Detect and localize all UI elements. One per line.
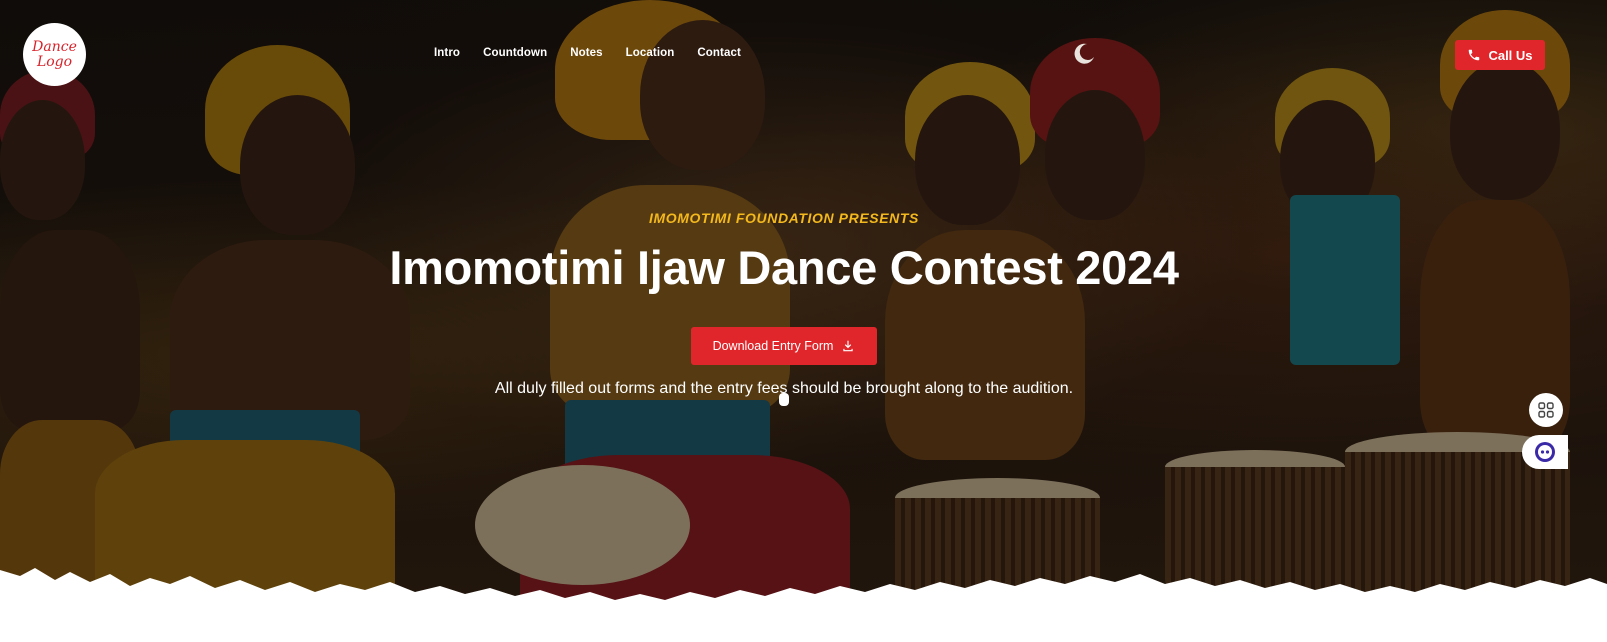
assistant-icon [1535, 442, 1555, 462]
download-entry-form-label: Download Entry Form [712, 339, 834, 353]
nav-item-countdown[interactable]: Countdown [483, 47, 547, 59]
hero-section: Dance Logo Intro Countdown Notes Locatio… [0, 0, 1607, 642]
dark-overlay [0, 0, 1607, 642]
page-title: Imomotimi Ijaw Dance Contest 2024 [389, 241, 1179, 294]
nav-item-intro[interactable]: Intro [434, 47, 460, 59]
site-logo[interactable]: Dance Logo [23, 23, 86, 86]
logo-line-1: Dance [32, 38, 77, 55]
download-entry-form-button[interactable]: Download Entry Form [691, 327, 877, 365]
mouse-cursor [779, 393, 789, 406]
main-nav: Intro Countdown Notes Location Contact [434, 47, 764, 59]
apps-widget-button[interactable] [1529, 393, 1563, 427]
grid-icon [1538, 402, 1554, 418]
assistant-widget-button[interactable] [1522, 435, 1568, 469]
torn-paper-edge [0, 568, 1607, 642]
call-us-button[interactable]: Call Us [1455, 40, 1545, 70]
call-us-label: Call Us [1488, 47, 1533, 63]
download-icon [843, 340, 854, 352]
nav-item-contact[interactable]: Contact [697, 47, 741, 59]
nav-item-notes[interactable]: Notes [570, 47, 602, 59]
phone-icon [1469, 49, 1480, 61]
moon-icon[interactable] [1073, 43, 1095, 65]
nav-item-location[interactable]: Location [626, 47, 675, 59]
logo-line-2: Logo [36, 53, 73, 70]
presenter-tagline: IMOMOTIMI FOUNDATION PRESENTS [649, 210, 919, 226]
